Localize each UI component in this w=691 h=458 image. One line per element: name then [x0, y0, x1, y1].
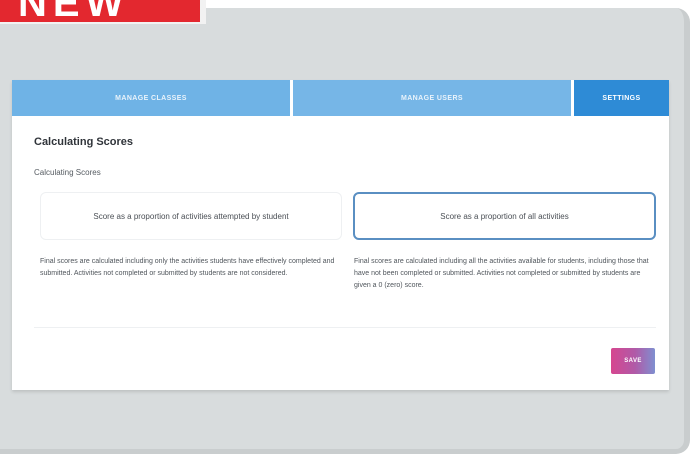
new-badge: NEW — [0, 0, 206, 24]
option-attempted-activities[interactable]: Score as a proportion of activities atte… — [40, 192, 342, 240]
divider — [34, 327, 656, 328]
tab-manage-users[interactable]: MANAGE USERS — [290, 80, 571, 116]
option-attempted-description: Final scores are calculated including on… — [40, 258, 335, 277]
option-attempted-label: Score as a proportion of activities atte… — [93, 211, 289, 221]
tab-manage-classes[interactable]: MANAGE CLASSES — [12, 80, 290, 116]
section-subtitle: Calculating Scores — [34, 168, 101, 177]
tab-bar: MANAGE CLASSES MANAGE USERS SETTINGS — [12, 80, 669, 116]
new-badge-label: NEW — [0, 0, 200, 23]
option-all-activities[interactable]: Score as a proportion of all activities — [353, 192, 656, 240]
save-button[interactable]: SAVE — [611, 348, 655, 374]
section-title: Calculating Scores — [34, 136, 134, 148]
settings-card: MANAGE CLASSES MANAGE USERS SETTINGS Cal… — [12, 80, 669, 390]
option-all-label: Score as a proportion of all activities — [440, 211, 569, 221]
tab-settings[interactable]: SETTINGS — [571, 80, 669, 116]
option-all-description: Final scores are calculated including al… — [354, 258, 649, 289]
